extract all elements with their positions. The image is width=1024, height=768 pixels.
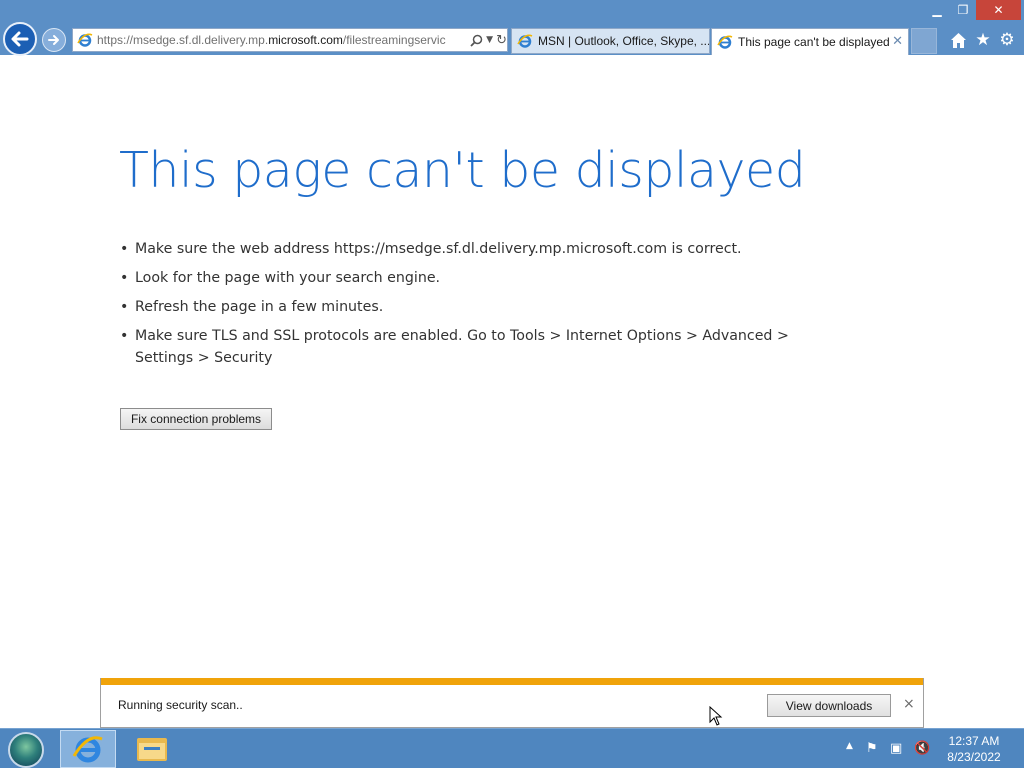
refresh-icon[interactable]: ↻: [496, 33, 507, 48]
action-center-flag-icon[interactable]: ⚑: [866, 741, 878, 756]
taskbar: ▲ ⚑ ▣ 🔇 12:37 AM 8/23/2022: [0, 728, 1024, 768]
restore-button[interactable]: ❐: [950, 0, 976, 20]
list-item: Make sure TLS and SSL protocols are enab…: [120, 325, 830, 369]
ie-page-icon: [517, 34, 533, 48]
scan-progress-bar: [101, 678, 923, 685]
tab-msn[interactable]: MSN | Outlook, Office, Skype, ...: [511, 28, 710, 54]
fix-connection-button[interactable]: Fix connection problems: [120, 408, 272, 430]
minimize-button[interactable]: ▁: [924, 0, 950, 20]
home-icon[interactable]: [948, 30, 968, 50]
show-hidden-icons-icon[interactable]: ▲: [846, 741, 853, 751]
address-prefix: https://msedge.sf.dl.delivery.mp.: [97, 33, 269, 47]
close-tab-icon[interactable]: ✕: [892, 33, 903, 49]
back-button[interactable]: [3, 22, 37, 56]
page-title: This page can't be displayed: [119, 142, 806, 199]
system-clock[interactable]: 12:37 AM 8/23/2022: [938, 733, 1010, 765]
browser-chrome: https://msedge.sf.dl.delivery.mp.microso…: [0, 0, 1024, 56]
ie-page-icon: [77, 33, 93, 47]
ie-page-icon: [717, 35, 733, 49]
gear-icon[interactable]: ⚙: [997, 30, 1017, 50]
list-item: Make sure the web address https://msedge…: [120, 238, 830, 260]
network-icon[interactable]: ▣: [890, 741, 902, 756]
clock-date: 8/23/2022: [947, 750, 1001, 764]
close-icon[interactable]: ×: [903, 696, 915, 712]
address-bar[interactable]: https://msedge.sf.dl.delivery.mp.microso…: [72, 28, 508, 52]
notification-bar: Running security scan.. View downloads ×: [100, 678, 924, 728]
forward-button[interactable]: [42, 28, 66, 52]
tab-label: MSN | Outlook, Office, Skype, ...: [538, 34, 709, 48]
list-item: Refresh the page in a few minutes.: [120, 296, 830, 318]
view-downloads-button[interactable]: View downloads: [767, 694, 891, 717]
volume-muted-icon[interactable]: 🔇: [914, 741, 930, 756]
new-tab-button[interactable]: [911, 28, 937, 54]
mouse-cursor-icon: [709, 706, 723, 726]
arrow-left-icon: [11, 31, 29, 47]
address-suffix: /filestreamingservic: [342, 33, 446, 47]
tab-error-page[interactable]: This page can't be displayed ✕: [711, 28, 909, 55]
troubleshooting-list: Make sure the web address https://msedge…: [120, 238, 830, 376]
address-domain: microsoft.com: [268, 33, 343, 47]
clock-time: 12:37 AM: [948, 734, 1000, 748]
folder-icon: [137, 738, 167, 761]
tab-label: This page can't be displayed: [738, 35, 890, 49]
dropdown-icon[interactable]: ▼: [486, 35, 493, 45]
search-icon[interactable]: [470, 34, 483, 47]
notification-message: Running security scan..: [118, 698, 243, 712]
address-text[interactable]: https://msedge.sf.dl.delivery.mp.microso…: [97, 33, 464, 47]
taskbar-file-explorer[interactable]: [124, 730, 180, 768]
arrow-right-icon: [48, 35, 59, 45]
start-button[interactable]: [8, 732, 44, 768]
list-item: Look for the page with your search engin…: [120, 267, 830, 289]
internet-explorer-icon: [72, 736, 103, 763]
favorites-star-icon[interactable]: ★: [973, 30, 993, 50]
close-window-button[interactable]: ✕: [976, 0, 1021, 20]
taskbar-internet-explorer[interactable]: [60, 730, 116, 768]
